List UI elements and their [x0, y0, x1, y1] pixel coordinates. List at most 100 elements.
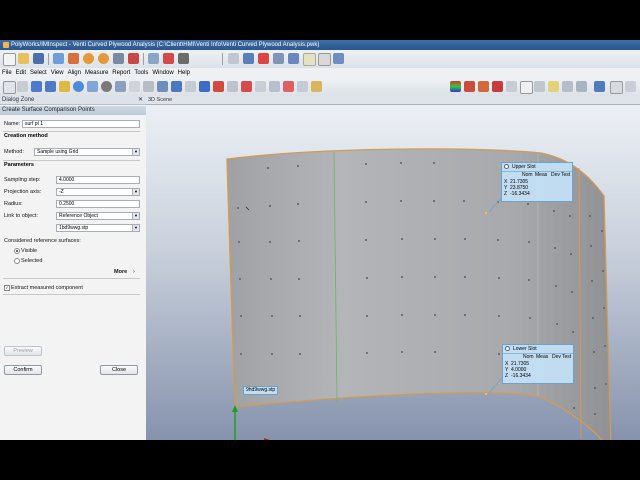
wireframe-icon[interactable]: [185, 81, 196, 92]
new-project-icon[interactable]: [3, 53, 16, 66]
col-header-nom: Nom: [522, 172, 533, 178]
pan-icon[interactable]: [31, 81, 42, 92]
line-icon[interactable]: [129, 81, 140, 92]
circle-icon[interactable]: [101, 81, 112, 92]
checkmark-icon[interactable]: [520, 81, 533, 94]
dialog-zone-header: Dialog Zone ✕: [0, 96, 146, 105]
close-icon[interactable]: ✕: [138, 96, 143, 105]
lower-slot-panel[interactable]: Lower Slot Nom Meas Dev Test X 21.7305 Y…: [502, 344, 574, 384]
table-tool-icon[interactable]: [594, 81, 605, 92]
plot-icon[interactable]: [213, 81, 224, 92]
object-name-tag[interactable]: 9hd9wwg.stp: [243, 386, 279, 395]
sphere-icon[interactable]: [73, 81, 84, 92]
layers-icon[interactable]: [157, 81, 168, 92]
nom-z-value: -16.3434: [510, 191, 530, 197]
menu-select[interactable]: Select: [28, 68, 49, 78]
chart-tool-icon[interactable]: [576, 81, 587, 92]
rotate-icon[interactable]: [17, 81, 28, 92]
lower-slot-marker[interactable]: [485, 393, 487, 395]
method-select[interactable]: Sample using Grid ▼: [34, 148, 140, 156]
probe-icon[interactable]: [113, 53, 124, 64]
cylinder-icon[interactable]: [87, 81, 98, 92]
menu-file[interactable]: File: [0, 68, 14, 78]
open-folder-icon[interactable]: [18, 53, 29, 64]
col-header-dev: Dev: [552, 354, 561, 360]
selected-radio[interactable]: [14, 258, 20, 264]
surface-icon[interactable]: [464, 81, 475, 92]
link-object-select[interactable]: Reference Object ▼: [56, 212, 140, 220]
visible-radio[interactable]: [14, 248, 20, 254]
binary-icon[interactable]: [303, 53, 316, 66]
triangle-icon[interactable]: [283, 81, 294, 92]
export-icon[interactable]: [68, 53, 79, 64]
select-arrow-icon[interactable]: [3, 81, 16, 94]
section-icon[interactable]: [478, 81, 489, 92]
menu-edit[interactable]: Edit: [14, 68, 28, 78]
light-icon[interactable]: [548, 81, 559, 92]
feature-icon[interactable]: [258, 53, 269, 64]
upper-slot-marker[interactable]: [485, 212, 487, 214]
undo-icon[interactable]: [83, 53, 94, 64]
measure-icon[interactable]: [178, 53, 189, 64]
probe-tip-icon[interactable]: [297, 81, 308, 92]
link-object-label: Link to object:: [4, 213, 38, 219]
options-icon[interactable]: [625, 81, 636, 92]
table-icon[interactable]: [318, 53, 331, 66]
chart-icon[interactable]: [227, 81, 238, 92]
menu-tools[interactable]: Tools: [132, 68, 150, 78]
boundary-icon[interactable]: [492, 81, 503, 92]
angle-icon[interactable]: [269, 81, 280, 92]
pin-icon[interactable]: [228, 53, 239, 64]
radius-value: 0.2500: [59, 201, 75, 207]
link-object-file-select[interactable]: 1bd9wwg.stp ▼: [56, 224, 140, 232]
align-icon[interactable]: [148, 53, 159, 64]
save-icon[interactable]: [33, 53, 44, 64]
sampling-step-input[interactable]: 4.0000: [56, 176, 140, 184]
menu-report[interactable]: Report: [110, 68, 132, 78]
slot-icon[interactable]: [115, 81, 126, 92]
arrow-icon[interactable]: [199, 81, 210, 92]
more-link[interactable]: More: [114, 269, 127, 275]
cube-icon[interactable]: [171, 81, 182, 92]
upper-slot-panel[interactable]: Upper Slot Nom Meas Dev Test X 21.7305 Y…: [501, 162, 573, 202]
gauge-tool-icon[interactable]: [562, 81, 573, 92]
nom-z-value: -16.3434: [511, 373, 531, 379]
plane-icon[interactable]: [288, 53, 299, 64]
menu-window[interactable]: Window: [150, 68, 175, 78]
preview-button[interactable]: Preview: [4, 346, 42, 356]
measure-tool-icon[interactable]: [534, 81, 545, 92]
zoom-icon[interactable]: [45, 81, 56, 92]
panel-title: Create Surface Comparison Points: [2, 107, 95, 113]
3d-scene-viewport[interactable]: Upper Slot Nom Meas Dev Test X 21.7305 Y…: [146, 96, 640, 440]
menu-measure[interactable]: Measure: [83, 68, 110, 78]
grid-icon[interactable]: [143, 81, 154, 92]
3d-scene-tab[interactable]: 3D Scene: [146, 96, 640, 105]
cut-icon[interactable]: [311, 81, 322, 92]
menu-view[interactable]: View: [49, 68, 66, 78]
gauge-icon[interactable]: [273, 53, 284, 64]
projection-axis-select[interactable]: -Z ▼: [56, 188, 140, 196]
menu-help[interactable]: Help: [176, 68, 192, 78]
extract-checkbox[interactable]: ✓: [4, 285, 10, 291]
report-icon[interactable]: [128, 53, 139, 64]
compare-icon[interactable]: [163, 53, 174, 64]
grid-tool-icon[interactable]: [610, 81, 623, 94]
dimension-icon[interactable]: [241, 81, 252, 92]
chevron-right-icon[interactable]: ›: [133, 269, 135, 275]
confirm-button[interactable]: Confirm: [4, 365, 42, 375]
name-input[interactable]: surf pt 1: [22, 120, 140, 128]
redo-icon[interactable]: [98, 53, 109, 64]
import-icon[interactable]: [53, 53, 64, 64]
distance-icon[interactable]: [255, 81, 266, 92]
radius-input[interactable]: 0.2500: [56, 200, 140, 208]
menu-align[interactable]: Align: [66, 68, 83, 78]
points-icon[interactable]: [243, 53, 254, 64]
feature-table-icon[interactable]: [506, 81, 517, 92]
dialog-zone-title: Dialog Zone: [2, 97, 35, 103]
app-icon: [3, 42, 9, 48]
close-button[interactable]: Close: [100, 365, 138, 375]
snapshot-icon[interactable]: [333, 53, 344, 64]
color-map-icon[interactable]: [450, 81, 461, 92]
pen-icon[interactable]: [59, 81, 70, 92]
col-header-dev: Dev: [551, 172, 560, 178]
